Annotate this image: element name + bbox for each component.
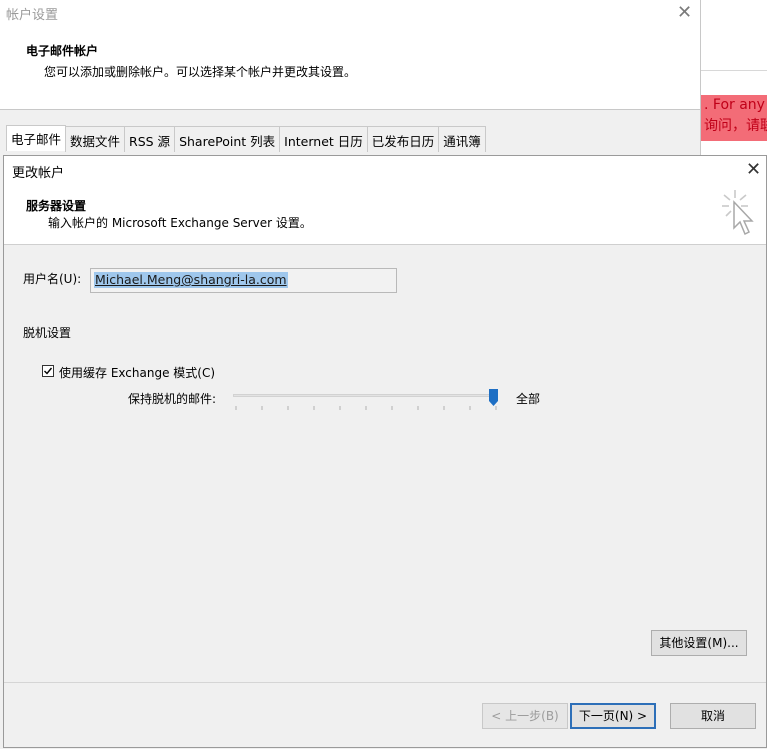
cancel-button[interactable]: 取消 xyxy=(670,703,756,729)
more-settings-button[interactable]: 其他设置(M)... xyxy=(651,630,747,656)
dialog-title: 更改帐户 xyxy=(12,166,65,181)
tab-email[interactable]: 电子邮件 xyxy=(6,125,67,151)
cached-mode-checkbox[interactable] xyxy=(42,365,54,377)
cursor-sparkle-icon xyxy=(722,190,754,236)
tab-internet-calendars[interactable]: Internet 日历 xyxy=(279,126,368,152)
tab-sharepoint-lists[interactable]: SharePoint 列表 xyxy=(174,126,281,152)
offline-settings-label: 脱机设置 xyxy=(23,326,72,340)
keep-offline-value: 全部 xyxy=(516,392,541,406)
close-icon[interactable]: ✕ xyxy=(677,2,692,23)
checkmark-icon xyxy=(44,367,53,375)
change-account-dialog: 更改帐户 ✕ 服务器设置 输入帐户的 Microsoft Exchange Se… xyxy=(3,155,767,748)
account-settings-description: 您可以添加或删除帐户。可以选择某个帐户并更改其设置。 xyxy=(44,65,357,79)
close-icon[interactable]: ✕ xyxy=(746,159,761,180)
keep-offline-label: 保持脱机的邮件: xyxy=(128,392,217,406)
tab-address-books[interactable]: 通讯簿 xyxy=(438,126,486,152)
account-settings-heading: 电子邮件帐户 xyxy=(26,44,99,58)
tab-published-calendars[interactable]: 已发布日历 xyxy=(366,126,440,152)
offline-mail-slider[interactable] xyxy=(233,394,498,397)
banner-line-1: . For any q xyxy=(704,97,767,113)
server-settings-heading: 服务器设置 xyxy=(26,199,87,213)
cached-mode-label[interactable]: 使用缓存 Exchange 模式(C) xyxy=(59,364,215,381)
back-button[interactable]: < 上一步(B) xyxy=(482,703,568,729)
username-label: 用户名(U): xyxy=(23,272,82,286)
tab-rss-feeds[interactable]: RSS 源 xyxy=(124,126,176,152)
server-settings-subheading: 输入帐户的 Microsoft Exchange Server 设置。 xyxy=(48,216,312,230)
tab-data-files[interactable]: 数据文件 xyxy=(65,126,126,152)
account-settings-title: 帐户设置 xyxy=(6,8,59,23)
footer-divider xyxy=(4,682,766,683)
username-input[interactable]: Michael.Meng@shangri-la.com xyxy=(90,268,397,293)
background-divider xyxy=(700,70,767,71)
next-button[interactable]: 下一页(N) > xyxy=(570,703,656,729)
background-notice-banner: . For any q 询问，请联系 xyxy=(700,95,767,141)
dialog-header: 更改帐户 ✕ 服务器设置 输入帐户的 Microsoft Exchange Se… xyxy=(4,156,766,245)
slider-thumb[interactable] xyxy=(489,389,498,406)
banner-line-2: 询问，请联系 xyxy=(704,118,767,134)
username-value: Michael.Meng@shangri-la.com xyxy=(94,272,288,288)
account-settings-tabs: 电子邮件 数据文件 RSS 源 SharePoint 列表 Internet 日… xyxy=(6,125,486,152)
slider-ticks xyxy=(235,406,497,410)
